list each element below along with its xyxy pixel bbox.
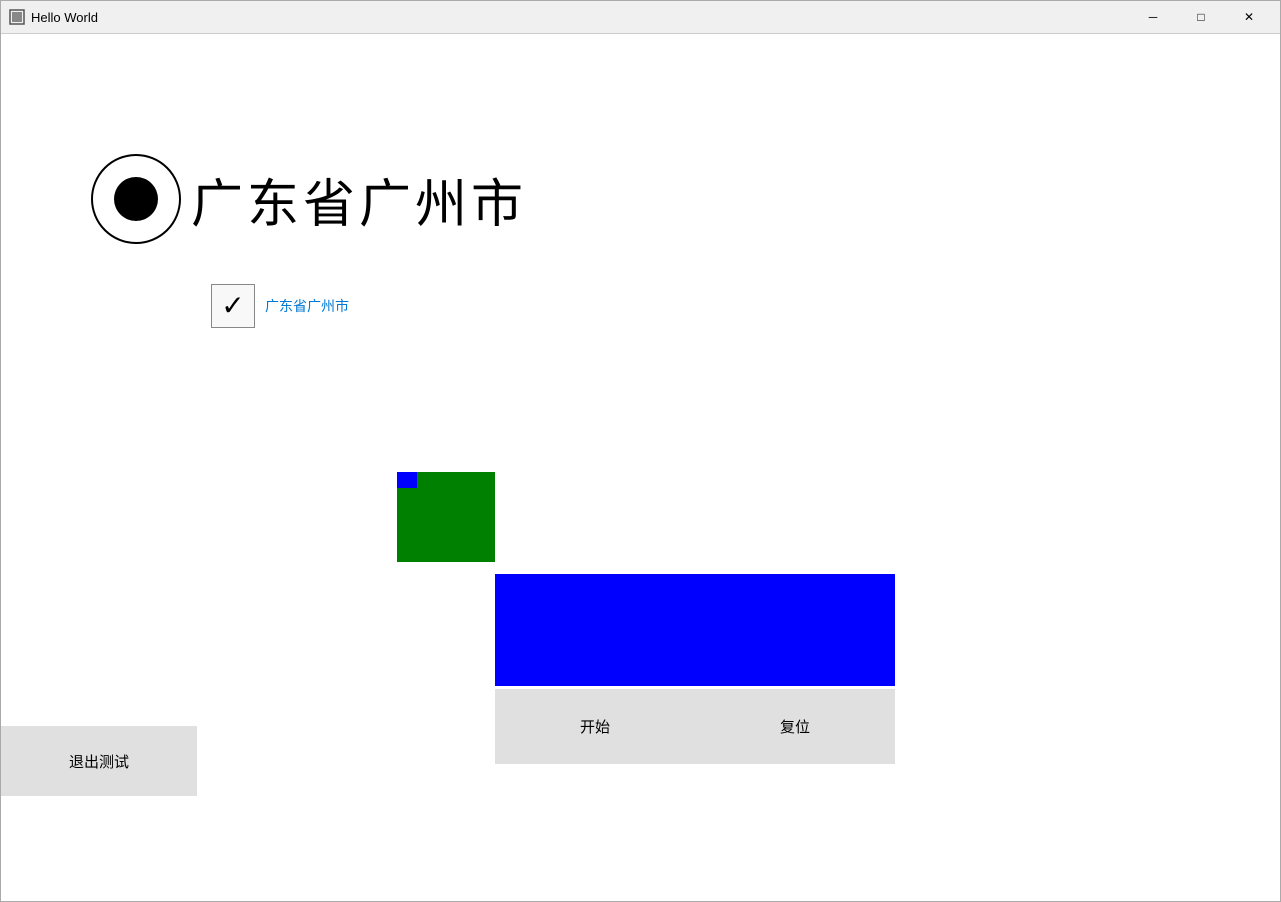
reset-button[interactable]: 复位 <box>760 710 830 743</box>
close-button[interactable]: ✕ <box>1226 1 1272 34</box>
blue-rectangle <box>495 574 895 686</box>
checkbox-group[interactable]: ✓ 广东省广州市 <box>211 284 349 328</box>
checkbox[interactable]: ✓ <box>211 284 255 328</box>
radio-group[interactable]: 广东省广州市 <box>91 154 527 244</box>
start-button[interactable]: 开始 <box>560 710 630 743</box>
minimize-button[interactable]: ─ <box>1130 1 1176 34</box>
radio-circle <box>91 154 181 244</box>
blue-small-square <box>397 472 417 488</box>
window-icon <box>9 9 25 25</box>
exit-button-label: 退出测试 <box>69 751 129 772</box>
window-controls: ─ □ ✕ <box>1130 1 1272 34</box>
exit-area[interactable]: 退出测试 <box>1 726 197 796</box>
checkbox-label: 广东省广州市 <box>265 296 349 316</box>
button-panel: 开始 复位 <box>495 689 895 764</box>
radio-dot <box>114 177 158 221</box>
title-bar: Hello World ─ □ ✕ <box>1 1 1280 34</box>
maximize-button[interactable]: □ <box>1178 1 1224 34</box>
checkbox-check-icon: ✓ <box>221 292 244 320</box>
window-content: 广东省广州市 ✓ 广东省广州市 开始 复位 退出测试 <box>1 34 1280 901</box>
radio-label: 广东省广州市 <box>191 162 527 237</box>
window-title: Hello World <box>31 10 1130 25</box>
main-window: Hello World ─ □ ✕ 广东省广州市 ✓ 广东省广州市 <box>0 0 1281 902</box>
